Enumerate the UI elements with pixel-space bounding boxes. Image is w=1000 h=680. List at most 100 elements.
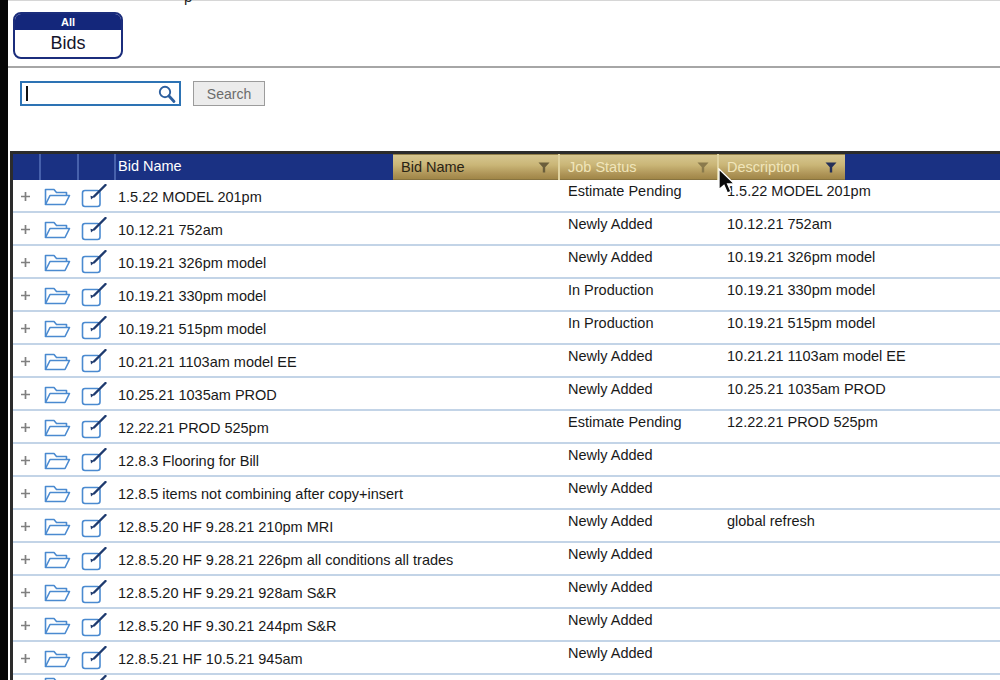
filter-icon[interactable] — [697, 162, 709, 173]
drag-column-bid-name[interactable]: Bid Name — [393, 154, 558, 180]
job-status-cell[interactable]: Newly Added — [568, 348, 653, 364]
folder-icon[interactable] — [44, 484, 71, 504]
bid-row[interactable]: 12.8.5.20 HF 9.30.21 244pm S&R Newly Adde… — [13, 609, 1000, 642]
drag-header-strip[interactable]: Bid NameJob StatusDescription — [393, 154, 845, 180]
edit-icon[interactable] — [81, 675, 107, 680]
bid-name-cell[interactable]: 10.19.21 330pm model — [118, 288, 266, 304]
description-cell[interactable]: 10.21.21 1103am model EE — [727, 348, 906, 364]
bid-name-cell[interactable]: 10.19.21 515pm model — [118, 321, 266, 337]
bid-row[interactable]: 10.19.21 515pm model In Production 10.19.2… — [13, 312, 1000, 345]
job-status-cell[interactable]: Newly Added — [568, 579, 653, 595]
search-button[interactable]: Search — [193, 81, 265, 106]
folder-icon[interactable] — [44, 187, 71, 207]
bid-row[interactable]: 12.8.5.20 HF 9.29.21 928am S&R Newly Adde… — [13, 576, 1000, 609]
edit-icon[interactable] — [81, 646, 107, 670]
expand-icon[interactable] — [20, 521, 31, 532]
job-status-cell[interactable]: Estimate Pending — [568, 183, 682, 199]
folder-icon[interactable] — [44, 451, 71, 471]
bid-name-cell[interactable]: 12.8.3 Flooring for Bill — [118, 453, 259, 469]
expand-icon[interactable] — [20, 620, 31, 631]
folder-icon[interactable] — [44, 676, 71, 680]
bid-row[interactable]: 10.25.21 1035am PROD Newly Added 10.25.21 … — [13, 378, 1000, 411]
bid-row[interactable]: 12.8.5.20 HF 9.28.21 226pm all condition… — [13, 543, 1000, 576]
expand-icon[interactable] — [20, 257, 31, 268]
folder-icon[interactable] — [44, 418, 71, 438]
folder-icon[interactable] — [44, 319, 71, 339]
bid-row[interactable]: 12.8.5 items not combining after copy+in… — [13, 477, 1000, 510]
folder-icon[interactable] — [44, 253, 71, 273]
drag-column-job-status[interactable]: Job Status — [558, 154, 717, 180]
bid-name-cell[interactable]: 10.12.21 752am — [118, 222, 223, 238]
folder-icon[interactable] — [44, 550, 71, 570]
edit-icon[interactable] — [81, 349, 107, 373]
folder-icon[interactable] — [44, 352, 71, 372]
expand-icon[interactable] — [20, 422, 31, 433]
edit-icon[interactable] — [81, 448, 107, 472]
edit-icon[interactable] — [81, 514, 107, 538]
expand-icon[interactable] — [20, 191, 31, 202]
job-status-cell[interactable]: Newly Added — [568, 381, 653, 397]
bid-row[interactable]: 12.22.21 PROD 525pm Estimate Pending 12.22… — [13, 411, 1000, 444]
job-status-cell[interactable]: Newly Added — [568, 480, 653, 496]
edit-icon[interactable] — [81, 217, 107, 241]
bid-name-cell[interactable]: 1.5.22 MODEL 201pm — [118, 189, 262, 205]
bid-name-cell[interactable]: 12.8.5.20 HF 9.29.21 928am S&R — [118, 585, 336, 601]
description-cell[interactable]: global refresh — [727, 513, 815, 529]
folder-icon[interactable] — [44, 517, 71, 537]
bid-name-cell[interactable]: 12.8.5.20 HF 9.30.21 244pm S&R — [118, 618, 336, 634]
job-status-cell[interactable]: Newly Added — [568, 546, 653, 562]
bid-name-cell[interactable]: 10.25.21 1035am PROD — [118, 387, 277, 403]
filter-icon[interactable] — [538, 162, 550, 173]
bid-row[interactable]: 1.5.22 MODEL 201pm Estimate Pending 1.5.22… — [13, 180, 1000, 213]
description-cell[interactable]: 10.25.21 1035am PROD — [727, 381, 886, 397]
search-icon[interactable] — [158, 84, 176, 104]
filter-icon[interactable] — [825, 162, 837, 173]
bid-row[interactable]: 10.21.21 1103am model EE Newly Added 10.21… — [13, 345, 1000, 378]
expand-icon[interactable] — [20, 389, 31, 400]
folder-icon[interactable] — [44, 616, 71, 636]
description-cell[interactable]: 10.19.21 330pm model — [727, 282, 875, 298]
job-status-cell[interactable]: Newly Added — [568, 612, 653, 628]
description-cell[interactable]: 10.19.21 326pm model — [727, 249, 875, 265]
edit-icon[interactable] — [81, 481, 107, 505]
expand-icon[interactable] — [20, 290, 31, 301]
bid-name-cell[interactable]: 12.22.21 PROD 525pm — [118, 420, 269, 436]
job-status-cell[interactable]: Newly Added — [568, 447, 653, 463]
expand-icon[interactable] — [20, 554, 31, 565]
folder-icon[interactable] — [44, 583, 71, 603]
bid-name-cell[interactable]: 10.21.21 1103am model EE — [118, 354, 297, 370]
job-status-cell[interactable]: In Production — [568, 315, 653, 331]
edit-icon[interactable] — [81, 547, 107, 571]
expand-icon[interactable] — [20, 224, 31, 235]
expand-icon[interactable] — [20, 323, 31, 334]
bid-name-cell[interactable]: 12.8.5.20 HF 9.28.21 226pm all condition… — [118, 552, 453, 568]
description-cell[interactable]: 10.12.21 752am — [727, 216, 832, 232]
description-cell[interactable]: 10.19.21 515pm model — [727, 315, 875, 331]
bid-name-cell[interactable]: 12.8.5 items not combining after copy+in… — [118, 486, 403, 502]
job-status-cell[interactable]: Estimate Pending — [568, 414, 682, 430]
bid-name-cell[interactable]: 10.19.21 326pm model — [118, 255, 266, 271]
description-cell[interactable]: 1.5.22 MODEL 201pm — [727, 183, 871, 199]
edit-icon[interactable] — [81, 415, 107, 439]
expand-icon[interactable] — [20, 587, 31, 598]
job-status-cell[interactable]: Newly Added — [568, 645, 653, 661]
bid-row[interactable]: 10.19.21 330pm model In Production 10.19.2… — [13, 279, 1000, 312]
description-cell[interactable]: 12.22.21 PROD 525pm — [727, 414, 878, 430]
search-input[interactable] — [20, 81, 181, 106]
expand-icon[interactable] — [20, 488, 31, 499]
bid-row-partial[interactable] — [13, 675, 1000, 680]
bid-row[interactable]: 10.12.21 752amNewly Added10.12.21 752am — [13, 213, 1000, 246]
expand-icon[interactable] — [20, 455, 31, 466]
grid-header-row[interactable]: Bid Name Bid NameJob StatusDescription — [13, 154, 1000, 180]
folder-icon[interactable] — [44, 286, 71, 306]
job-status-cell[interactable]: In Production — [568, 282, 653, 298]
expand-icon[interactable] — [20, 356, 31, 367]
bid-row[interactable]: 12.8.5.20 HF 9.28.21 210pm MRI Newly Adde… — [13, 510, 1000, 543]
job-status-cell[interactable]: Newly Added — [568, 249, 653, 265]
folder-icon[interactable] — [44, 385, 71, 405]
bid-name-cell[interactable]: 12.8.5.21 HF 10.5.21 945am — [118, 651, 303, 667]
column-header-bid-name[interactable]: Bid Name — [118, 158, 182, 174]
bid-name-cell[interactable]: 12.8.5.20 HF 9.28.21 210pm MRI — [118, 519, 333, 535]
job-status-cell[interactable]: Newly Added — [568, 513, 653, 529]
tab-all[interactable]: All — [15, 14, 121, 30]
